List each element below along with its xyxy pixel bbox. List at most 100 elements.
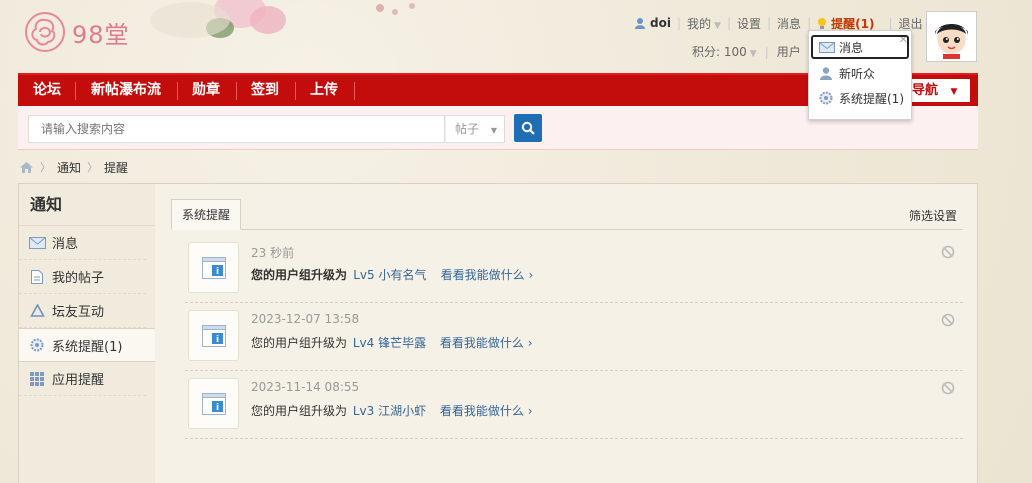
notice-text: 您的用户组升级为 <box>251 268 348 282</box>
avatar-image <box>929 14 974 59</box>
mail-icon <box>28 236 46 250</box>
my-menu-label: 我的 <box>687 16 712 31</box>
sidebar-item-messages[interactable]: 消息 <box>19 226 146 260</box>
sidebar-item-label: 消息 <box>52 237 79 252</box>
nav-item-upload[interactable]: 上传 <box>310 75 338 106</box>
messages-link[interactable]: 消息 <box>777 15 801 32</box>
nav-divider <box>177 82 178 100</box>
notice-item: i 2023-11-14 08:55 您的用户组升级为 Lv3 江湖小虾 看看我… <box>185 371 963 439</box>
site-logo[interactable]: 98堂 <box>22 10 142 54</box>
system-notice-icon: i <box>188 242 239 293</box>
gear-icon <box>819 91 835 105</box>
sidebar-item-label: 我的帖子 <box>52 271 105 286</box>
nav-divider <box>354 82 355 100</box>
see-what-i-can-do-link[interactable]: 看看我能做什么 › <box>441 268 534 282</box>
filter-settings-link[interactable]: 筛选设置 <box>909 207 957 224</box>
remind-link[interactable]: 提醒(1) <box>831 15 874 32</box>
dropdown-item-messages[interactable]: 消息 <box>811 35 909 59</box>
notice-item: i 23 秒前 您的用户组升级为 Lv5 小有名气 看看我能做什么 › <box>185 235 963 303</box>
chevron-down-icon: ▼ <box>749 49 757 59</box>
divider: | <box>764 44 769 59</box>
search-type-label: 帖子 <box>455 122 480 136</box>
mail-icon <box>819 40 835 54</box>
notice-text: 您的用户组升级为 <box>251 336 348 350</box>
recycle-icon <box>28 303 46 318</box>
nav-item-checkin[interactable]: 签到 <box>251 75 279 106</box>
points-link[interactable]: 积分: 100 ▼ <box>692 43 757 60</box>
username-link[interactable]: doi <box>650 16 671 30</box>
notice-message: 您的用户组升级为 Lv5 小有名气 看看我能做什么 › <box>251 266 533 283</box>
svg-text:i: i <box>215 335 218 345</box>
system-notice-icon: i <box>188 310 239 361</box>
sidebar-item-label: 系统提醒(1) <box>52 339 123 355</box>
notice-time: 23 秒前 <box>251 246 295 260</box>
breadcrumb-remind[interactable]: 提醒 <box>104 159 128 176</box>
notice-message: 您的用户组升级为 Lv4 锋芒毕露 看看我能做什么 › <box>251 334 533 351</box>
sidebar-title: 通知 <box>19 184 155 226</box>
home-icon[interactable] <box>19 161 34 174</box>
user-group-link[interactable]: 用户 <box>777 43 801 60</box>
notice-main: 系统提醒 筛选设置 i 23 秒前 您的用户组升级为 Lv5 小有名气 看看我能… <box>155 183 978 483</box>
level-link[interactable]: Lv5 小有名气 <box>353 268 426 282</box>
ignore-icon[interactable] <box>941 381 955 395</box>
breadcrumb: 〉 通知 〉 提醒 <box>19 158 128 176</box>
nav-divider <box>236 82 237 100</box>
caret-down-icon: ▼ <box>490 126 497 135</box>
sidebar-item-apps[interactable]: 应用提醒 <box>19 362 146 396</box>
breadcrumb-notice[interactable]: 通知 <box>57 159 81 176</box>
notice-message: 您的用户组升级为 Lv3 江湖小虾 看看我能做什么 › <box>251 402 533 419</box>
see-what-i-can-do-link[interactable]: 看看我能做什么 › <box>440 336 533 350</box>
sidebar-item-my-posts[interactable]: 我的帖子 <box>19 260 146 294</box>
level-link[interactable]: Lv4 锋芒毕露 <box>353 336 426 350</box>
nav-item-forum[interactable]: 论坛 <box>33 75 61 106</box>
gear-icon <box>28 338 46 352</box>
notice-item: i 2023-12-07 13:58 您的用户组升级为 Lv4 锋芒毕露 看看我… <box>185 303 963 371</box>
points-label: 积分: 100 <box>692 45 747 59</box>
nav-item-medals[interactable]: 勋章 <box>192 75 220 106</box>
document-icon <box>28 269 46 284</box>
caret-down-icon: ▼ <box>950 87 958 97</box>
user-icon <box>635 18 645 29</box>
search-icon <box>521 121 535 135</box>
search-input[interactable] <box>28 115 445 143</box>
sidebar-item-label: 坛友互动 <box>52 305 105 320</box>
chevron-down-icon: ▼ <box>714 20 721 31</box>
svg-text:i: i <box>215 267 218 277</box>
my-menu-link[interactable]: 我的 ▼ <box>687 15 721 32</box>
divider: | <box>807 16 812 30</box>
notice-sidebar: 通知 消息 我的帖子 坛友互动 系统提醒(1) 应用提醒 <box>18 183 156 483</box>
decorative-flower-banner <box>150 0 415 38</box>
divider: | <box>676 16 681 30</box>
remind-dropdown: ✕ 消息 新听众 系统提醒(1) <box>808 30 912 120</box>
ignore-icon[interactable] <box>941 245 955 259</box>
level-link[interactable]: Lv3 江湖小虾 <box>353 404 426 418</box>
dropdown-item-label: 新听众 <box>839 66 876 81</box>
dropdown-item-system[interactable]: 系统提醒(1) <box>809 86 911 110</box>
nav-divider <box>295 82 296 100</box>
breadcrumb-separator: 〉 <box>40 161 51 174</box>
notice-time: 2023-11-14 08:55 <box>251 380 360 394</box>
lightbulb-icon <box>818 17 827 29</box>
avatar[interactable] <box>926 11 977 62</box>
svg-text:i: i <box>215 403 218 413</box>
dropdown-item-label: 系统提醒(1) <box>839 91 904 106</box>
dropdown-item-label: 消息 <box>839 40 864 55</box>
tab-system-remind[interactable]: 系统提醒 <box>171 199 242 230</box>
user-stats-bar: 积分: 100 ▼ | 用户 <box>692 43 801 60</box>
ignore-icon[interactable] <box>941 313 955 327</box>
search-button[interactable] <box>514 114 542 142</box>
see-what-i-can-do-link[interactable]: 看看我能做什么 › <box>440 404 533 418</box>
divider: | <box>888 16 893 30</box>
search-type-select[interactable]: 帖子 ▼ <box>445 115 505 143</box>
notice-time: 2023-12-07 13:58 <box>251 312 360 326</box>
sidebar-item-interaction[interactable]: 坛友互动 <box>19 294 146 328</box>
breadcrumb-separator: 〉 <box>87 161 99 174</box>
nav-item-waterfall[interactable]: 新帖瀑布流 <box>91 75 161 106</box>
dropdown-item-new-followers[interactable]: 新听众 <box>809 61 911 85</box>
user-icon <box>819 66 835 80</box>
divider: | <box>726 16 731 30</box>
sidebar-item-system[interactable]: 系统提醒(1) <box>19 328 156 362</box>
divider: | <box>767 16 772 30</box>
settings-link[interactable]: 设置 <box>737 15 761 32</box>
logout-link[interactable]: 退出 <box>898 15 922 32</box>
